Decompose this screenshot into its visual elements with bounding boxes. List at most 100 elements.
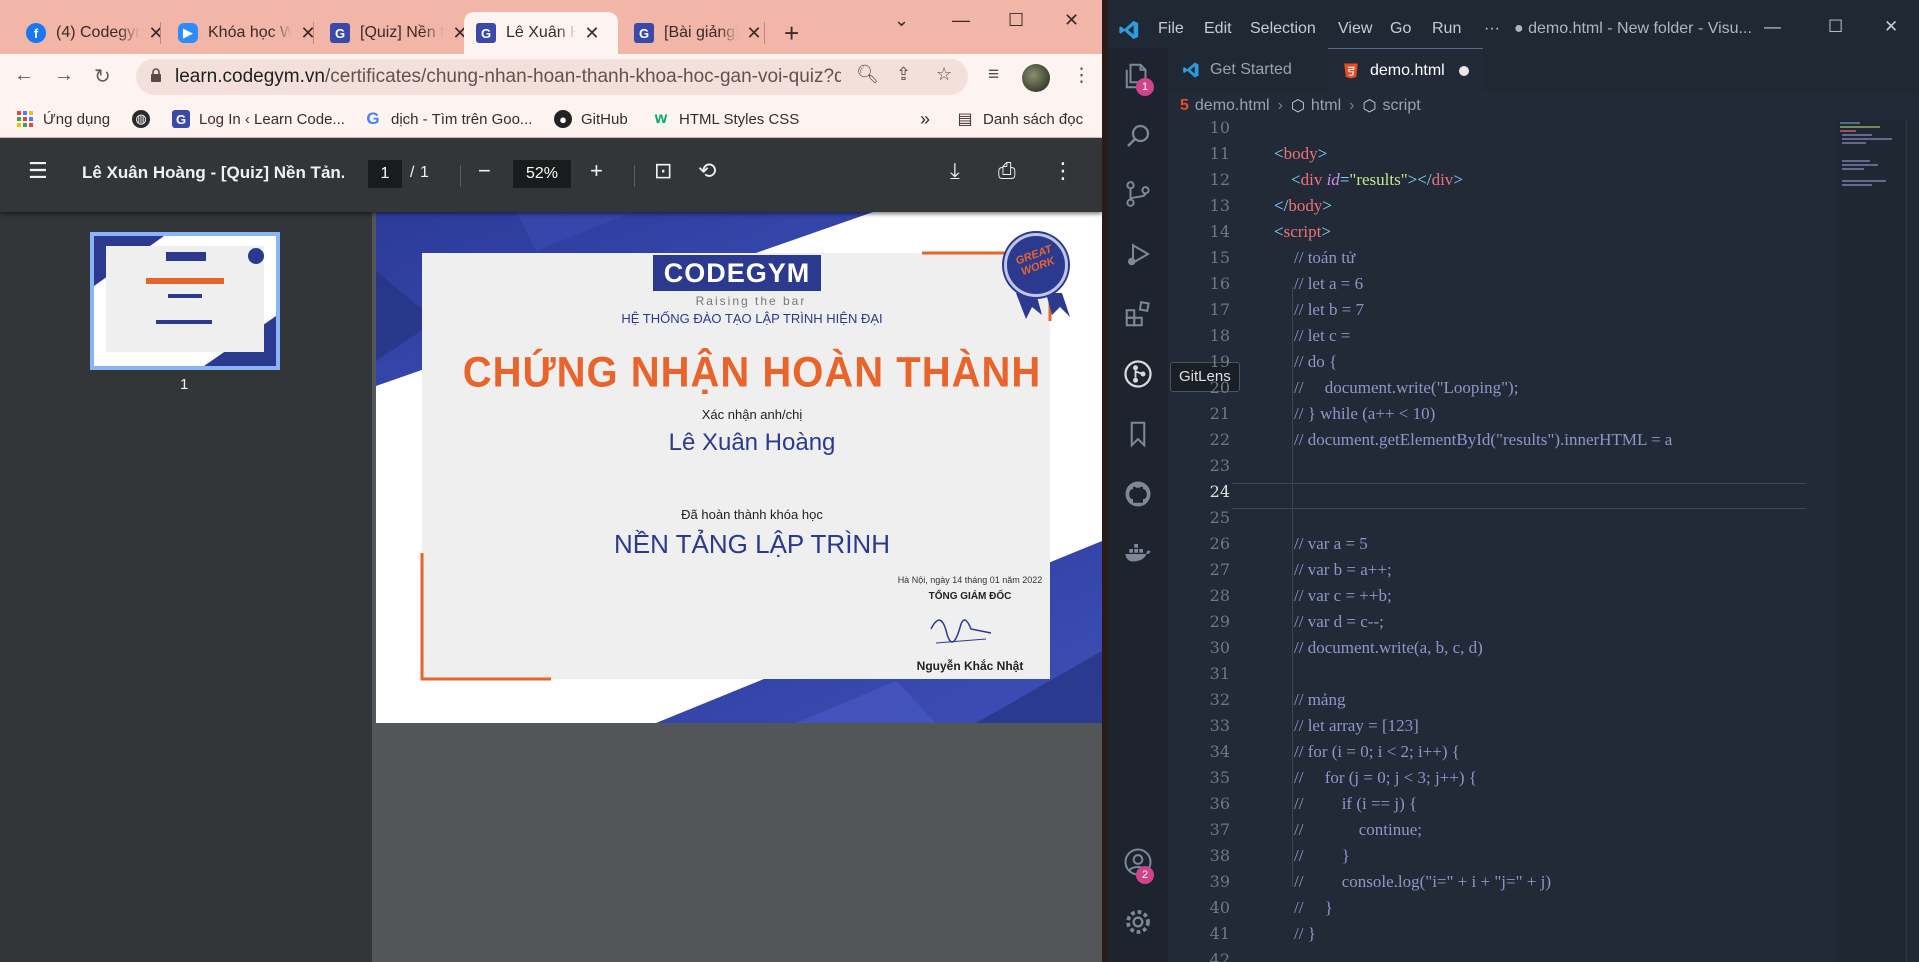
rotate-icon[interactable]: ⟲ bbox=[698, 158, 716, 184]
confirm-label: Xác nhận anh/chị bbox=[701, 407, 803, 422]
github-icon[interactable] bbox=[1120, 476, 1156, 512]
forward-icon[interactable]: → bbox=[54, 64, 74, 87]
close-icon[interactable]: ✕ bbox=[146, 23, 166, 44]
code-editor[interactable]: 10 11 12 13 14 15 16 17 18 19 20 21 22 23 24 25 26 27 28 29… bbox=[1168, 118, 1919, 962]
search-icon[interactable] bbox=[1120, 118, 1156, 154]
tab-demo-html[interactable]: demo.html bbox=[1328, 48, 1483, 92]
line-number: 26 bbox=[1209, 534, 1230, 553]
line-number: 41 bbox=[1209, 924, 1230, 943]
chevron-right-icon: › bbox=[1349, 97, 1355, 114]
bookmarks-icon[interactable] bbox=[1120, 416, 1156, 452]
settings-gear-icon[interactable] bbox=[1120, 904, 1156, 940]
line-number: 30 bbox=[1209, 638, 1230, 657]
run-debug-icon[interactable] bbox=[1120, 236, 1156, 272]
zoom-out-icon[interactable]: − bbox=[478, 158, 491, 184]
share-icon[interactable]: ⇪ bbox=[896, 64, 911, 85]
menu-go[interactable]: Go bbox=[1390, 20, 1411, 38]
unsaved-indicator[interactable] bbox=[1458, 65, 1469, 76]
zoom-level-input[interactable]: 52% bbox=[513, 160, 571, 188]
codegym-icon: G bbox=[172, 110, 190, 128]
new-tab-button[interactable]: + bbox=[784, 18, 799, 49]
media-control-icon[interactable]: ≡ bbox=[988, 64, 999, 86]
line-number: 42 bbox=[1209, 950, 1230, 962]
pdf-more-icon[interactable]: ⋮ bbox=[1052, 158, 1074, 184]
code-line: // let c = bbox=[1294, 326, 1351, 345]
tab-separator bbox=[764, 22, 765, 44]
back-icon[interactable]: ← bbox=[14, 64, 34, 87]
bookmark-github[interactable]: ● GitHub bbox=[554, 107, 628, 131]
close-window-button[interactable]: ✕ bbox=[1064, 10, 1079, 31]
close-icon[interactable]: ✕ bbox=[298, 23, 318, 44]
breadcrumb-file[interactable]: demo.html bbox=[1195, 97, 1270, 115]
maximize-button[interactable]: ☐ bbox=[1828, 17, 1843, 37]
zoom-lens-icon[interactable]: 🔍︎ bbox=[856, 64, 879, 85]
line-number: 31 bbox=[1209, 664, 1230, 683]
reload-icon[interactable]: ↻ bbox=[94, 64, 111, 89]
bookmark-globe[interactable]: ◍ bbox=[132, 107, 159, 131]
page-total: 1 bbox=[420, 164, 429, 181]
pdf-toolbar: ☰ Lê Xuân Hoàng - [Quiz] Nền Tản... 1 / … bbox=[0, 138, 1102, 212]
tab-zoom[interactable]: ▶ Khóa học Web ✕ bbox=[166, 12, 330, 54]
code-line: // let array = [123] bbox=[1294, 716, 1419, 735]
bookmark-apps[interactable]: Ứng dụng bbox=[16, 107, 110, 131]
menu-more[interactable]: ··· bbox=[1484, 20, 1500, 38]
tab-separator bbox=[160, 22, 161, 44]
menu-file[interactable]: File bbox=[1158, 20, 1184, 38]
source-control-icon[interactable] bbox=[1120, 176, 1156, 212]
code-line: <script> bbox=[1274, 222, 1331, 241]
close-icon[interactable]: ✕ bbox=[582, 23, 602, 44]
tab-get-started[interactable]: Get Started bbox=[1168, 48, 1306, 92]
minimap[interactable] bbox=[1836, 120, 1906, 962]
tab-facebook[interactable]: f (4) Codegym ✕ bbox=[14, 12, 178, 54]
tab-search-icon[interactable]: ⌄ bbox=[894, 10, 909, 31]
bookmark-star-icon[interactable]: ☆ bbox=[936, 64, 952, 85]
url-text[interactable]: learn.codegym.vn/certificates/chung-nhan… bbox=[175, 66, 841, 88]
print-icon[interactable]: ⎙ bbox=[998, 158, 1016, 184]
bookmark-html-styles[interactable]: w HTML Styles CSS bbox=[652, 107, 800, 131]
line-number: 19 bbox=[1209, 352, 1230, 371]
extensions-icon[interactable] bbox=[1120, 296, 1156, 332]
page-thumbnail[interactable] bbox=[90, 232, 280, 370]
html5-icon: 5 bbox=[1180, 97, 1189, 114]
page-number-input[interactable]: 1 bbox=[368, 160, 402, 188]
code-line: // var b = a++; bbox=[1294, 560, 1392, 579]
tab-lecture[interactable]: G [Bài giảng] ✕ bbox=[622, 12, 776, 54]
more-menu-icon[interactable]: ⋮ bbox=[1072, 64, 1091, 87]
pdf-menu-icon[interactable]: ☰ bbox=[28, 158, 48, 184]
download-icon[interactable]: ⤓ bbox=[950, 158, 960, 184]
line-number: 11 bbox=[1209, 144, 1230, 163]
menu-view[interactable]: View bbox=[1338, 20, 1372, 38]
code-line: // document.getElementById("results").in… bbox=[1294, 430, 1673, 449]
menu-edit[interactable]: Edit bbox=[1204, 20, 1232, 38]
fit-to-page-icon[interactable]: ⊡ bbox=[654, 158, 672, 184]
menu-run[interactable]: Run bbox=[1432, 20, 1461, 38]
minimize-button[interactable]: — bbox=[952, 10, 970, 31]
reading-list[interactable]: ▤ Danh sách đọc bbox=[956, 107, 1083, 131]
line-number: 13 bbox=[1209, 196, 1230, 215]
close-window-button[interactable]: ✕ bbox=[1884, 17, 1898, 37]
maximize-button[interactable]: ☐ bbox=[1008, 10, 1024, 31]
tab-certificate[interactable]: G Lê Xuân Hoàng ✕ bbox=[464, 12, 618, 54]
zoom-in-icon[interactable]: + bbox=[590, 158, 603, 184]
breadcrumb-html[interactable]: html bbox=[1311, 97, 1341, 115]
editor-tab-bar: Get Started demo.html ◫ ⋯ bbox=[1168, 48, 1919, 92]
line-number: 34 bbox=[1209, 742, 1230, 761]
training-system-label: HỆ THỐNG ĐÀO TẠO LẬP TRÌNH HIỆN ĐẠI bbox=[621, 311, 883, 326]
certificate-title: CHỨNG NHẬN HOÀN THÀNH bbox=[462, 349, 1042, 397]
minimize-button[interactable]: — bbox=[1764, 17, 1781, 37]
zoom-icon: ▶ bbox=[178, 23, 198, 43]
bookmarks-overflow-button[interactable]: » bbox=[920, 107, 930, 131]
bookmark-google-translate[interactable]: G dịch - Tìm trên Goo... bbox=[364, 107, 532, 131]
profile-avatar[interactable] bbox=[1022, 64, 1050, 92]
menu-selection[interactable]: Selection bbox=[1250, 20, 1316, 38]
codegym-icon: G bbox=[330, 23, 350, 43]
tab-quiz[interactable]: G [Quiz] Nền tảng ✕ bbox=[318, 12, 482, 54]
code-line: // let a = 6 bbox=[1294, 274, 1364, 293]
bookmark-learn-codegym[interactable]: G Log In ‹ Learn Code... bbox=[172, 107, 345, 131]
gitlens-icon[interactable] bbox=[1120, 356, 1156, 392]
editor-scrollbar[interactable] bbox=[1906, 120, 1919, 962]
accounts-badge: 2 bbox=[1136, 866, 1154, 884]
breadcrumb-script[interactable]: script bbox=[1382, 97, 1420, 115]
close-icon[interactable]: ✕ bbox=[744, 23, 764, 44]
docker-icon[interactable] bbox=[1120, 536, 1156, 572]
